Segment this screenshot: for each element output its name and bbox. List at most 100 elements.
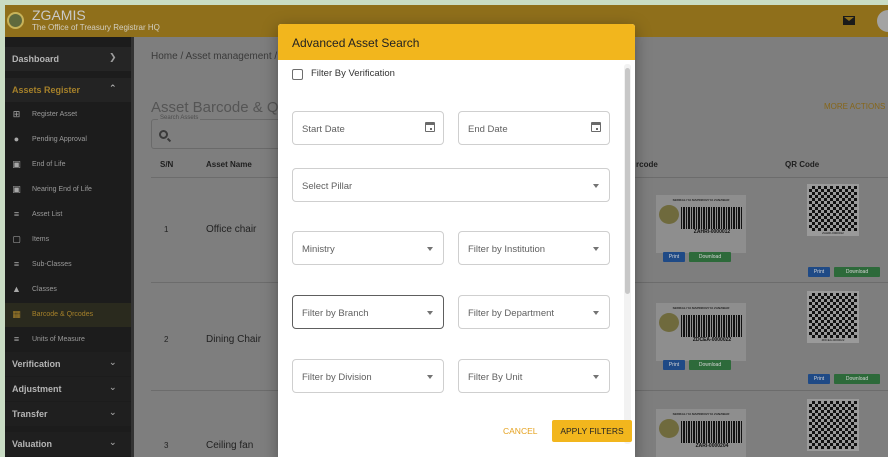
division-placeholder: Filter by Division [302,372,372,383]
sidebar-item-label: Units of Measure [32,336,85,343]
sidebar-item-end-of-life[interactable]: ▣ End of Life [5,153,131,177]
chevron-down-icon: ⌄ [109,382,117,392]
mail-icon[interactable] [843,16,855,25]
column-header-qr-code: QR Code [785,160,820,169]
avatar[interactable] [877,10,888,32]
chevron-down-icon [593,311,599,315]
print-qr-button[interactable]: Print [808,267,830,277]
page-title: Asset Barcode & QR [151,99,290,116]
sidebar-item-label: Pending Approval [32,136,87,143]
sidebar-item-register-asset[interactable]: ⊞ Register Asset [5,103,131,127]
sidebar-section-transfer[interactable]: Transfer ⌄ [5,402,131,426]
start-date-field[interactable]: Start Date [292,111,444,145]
search-assets-field[interactable]: Search Assets [151,115,281,149]
sidebar-section-adjustment[interactable]: Adjustment ⌄ [5,377,131,401]
sidebar: Dashboard ❯ Assets Register ⌃ ⊞ Register… [5,37,131,457]
app-subtitle: The Office of Treasury Registrar HQ [32,23,160,32]
sidebar-item-classes[interactable]: ▲ Classes [5,278,131,302]
branch-placeholder: Filter by Branch [302,308,369,319]
sidebar-item-label: Valuation [12,439,53,449]
download-qr-button[interactable]: Download [834,267,880,277]
department-dropdown[interactable]: Filter by Department [458,295,610,329]
chevron-down-icon: ⌄ [109,407,117,417]
list-icon: ≡ [13,334,20,344]
unit-dropdown[interactable]: Filter By Unit [458,359,610,393]
unit-placeholder: Filter By Unit [468,372,523,383]
print-qr-button[interactable]: Print [808,374,830,384]
barcode-caption: SERIKALI YA MAPINDUZI YA ZANZIBAR [672,198,730,202]
sidebar-item-asset-list[interactable]: ≡ Asset List [5,203,131,227]
sidebar-item-pending-approval[interactable]: ● Pending Approval [5,128,131,152]
sidebar-section-verification[interactable]: Verification ⌄ [5,352,131,376]
barcode-code: ZAHRI-0000012 [693,229,731,235]
filter-by-verification-checkbox[interactable] [292,69,303,80]
download-qr-button[interactable]: Download [834,374,880,384]
sidebar-item-dashboard[interactable]: Dashboard ❯ [5,47,131,71]
qr-code-image: ZAHRI-0000012 [807,184,859,236]
sidebar-item-label: Items [32,236,50,243]
division-dropdown[interactable]: Filter by Division [292,359,444,393]
zanzibar-emblem-icon [659,313,679,332]
row-sn: 2 [164,335,169,344]
breadcrumb: Home / Asset management / [151,51,278,62]
department-placeholder: Filter by Department [468,308,555,319]
dialog-scrollbar[interactable] [625,68,630,294]
sidebar-section-assets-register[interactable]: Assets Register ⌃ [5,78,131,102]
sidebar-item-label: Transfer [12,409,48,419]
download-barcode-button[interactable]: Download [689,360,731,370]
barcode-bars [681,207,743,229]
row-asset-name: Ceiling fan [206,440,254,451]
calendar-icon[interactable] [425,122,435,132]
zanzibar-emblem-icon [659,205,679,224]
end-date-field[interactable]: End Date [458,111,610,145]
sidebar-item-label: Sub-Classes [32,261,72,268]
shapes-icon: ▲ [12,284,21,294]
sidebar-item-nearing-end-of-life[interactable]: ▣ Nearing End of Life [5,178,131,202]
dialog-title: Advanced Asset Search [292,36,420,50]
apply-filters-button[interactable]: APPLY FILTERS [552,420,632,442]
sidebar-section-valuation[interactable]: Valuation ⌄ [5,432,131,456]
sidebar-item-label: Nearing End of Life [32,186,92,193]
row-asset-name: Office chair [206,224,257,235]
cancel-button[interactable]: CANCEL [503,426,537,436]
barcode-code: ZARI-0000204 [695,443,729,449]
square-icon: ▢ [12,234,21,244]
qr-code-image: ZDCEA-0000022 [807,291,859,343]
print-barcode-button[interactable]: Print [663,360,685,370]
barcode-image: SERIKALI YA MAPINDUZI YA ZANZIBAR ZAHRI-… [656,195,746,253]
more-actions-button[interactable]: MORE ACTIONS [824,102,885,111]
institution-dropdown[interactable]: Filter by Institution [458,231,610,265]
sidebar-item-label: Adjustment [12,384,62,394]
print-barcode-button[interactable]: Print [663,252,685,262]
sidebar-item-label: Assets Register [12,85,81,95]
barcode-bars [681,421,743,443]
sidebar-item-items[interactable]: ▢ Items [5,228,131,252]
search-legend: Search Assets [158,115,201,121]
select-pillar-dropdown[interactable]: Select Pillar [292,168,610,202]
ministry-dropdown[interactable]: Ministry [292,231,444,265]
select-pillar-placeholder: Select Pillar [302,181,353,192]
calendar-icon[interactable] [591,122,601,132]
chevron-down-icon [427,375,433,379]
chevron-down-icon [593,247,599,251]
calendar-icon: ▣ [12,184,21,194]
list-icon: ≡ [13,209,20,219]
qr-code-image [807,399,859,451]
sidebar-item-label: End of Life [32,161,66,168]
download-barcode-button[interactable]: Download [689,252,731,262]
sidebar-item-barcode-qrcodes[interactable]: ▦ Barcode & Qrcodes [5,303,131,327]
list-icon: ≡ [13,259,20,269]
sidebar-item-label: Barcode & Qrcodes [32,311,94,318]
start-date-placeholder: Start Date [302,124,345,135]
dialog-header: Advanced Asset Search [278,24,635,60]
zanzibar-emblem-icon [7,12,24,29]
column-header-asset-name: Asset Name [206,160,252,169]
qr-caption: ZAHRI-0000012 [809,231,857,235]
branch-dropdown[interactable]: Filter by Branch [292,295,444,329]
filter-by-verification-label: Filter By Verification [311,68,395,79]
sidebar-item-units-of-measure[interactable]: ≡ Units of Measure [5,328,131,352]
plus-box-icon: ⊞ [12,109,21,119]
sidebar-item-sub-classes[interactable]: ≡ Sub-Classes [5,253,131,277]
row-sn: 1 [164,225,169,234]
sidebar-item-label: Classes [32,286,57,293]
